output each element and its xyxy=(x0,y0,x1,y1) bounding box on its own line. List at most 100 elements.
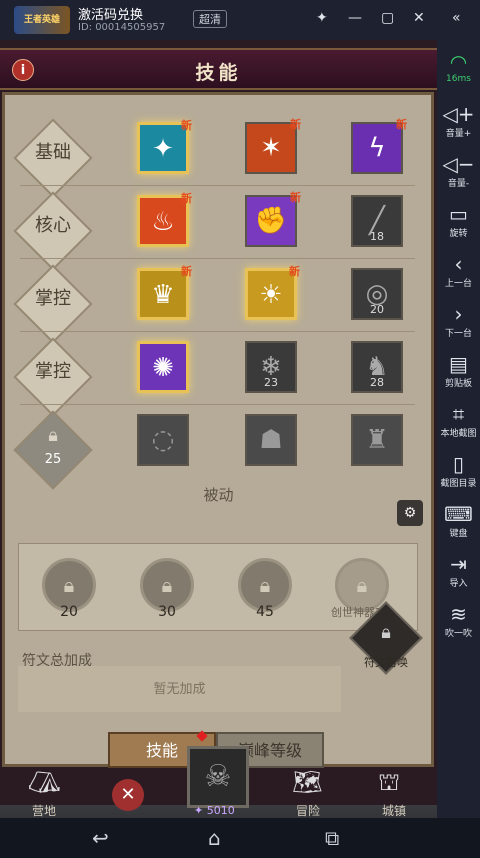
recents-icon[interactable]: ⧉ xyxy=(325,826,339,850)
skill-slot-locked[interactable]: ♞ 28 xyxy=(351,341,403,393)
map-icon[interactable]: 🗺︎ xyxy=(292,768,322,796)
lock-icon: 🔒︎ xyxy=(381,622,391,643)
collapse-sidebar-icon[interactable]: « xyxy=(452,10,461,26)
volume-up-button[interactable]: ◁+ 音量+ xyxy=(437,102,480,139)
row-divider xyxy=(20,331,415,332)
screenshot-icon: ⌗ xyxy=(452,402,465,426)
skill-slot[interactable]: ✺ xyxy=(137,341,189,393)
warrior-icon: ♜ xyxy=(365,425,389,455)
whirlwind-icon: ◌ xyxy=(151,425,175,455)
skill-slot[interactable]: ✦ 新 xyxy=(137,119,192,174)
next-device-button[interactable]: › 下一台 xyxy=(437,302,480,339)
nav-camp-label[interactable]: 营地 xyxy=(14,802,74,818)
fire-slash-icon: ✶ xyxy=(260,133,282,163)
wifi-status: ◠ 16ms xyxy=(437,50,480,84)
skill-slot-locked[interactable]: ❄ 23 xyxy=(245,341,297,393)
blow-icon: ≋ xyxy=(450,602,467,626)
prev-icon: ‹ xyxy=(454,252,463,276)
rotate-icon: ▭ xyxy=(449,202,468,226)
minimize-icon[interactable]: — xyxy=(348,10,362,26)
emulator-titlebar: 王者英雄 激活码兑换 ID: 00014505957 超清 ✦ — ▢ ✕ « xyxy=(0,0,480,40)
lock-icon: 🔒︎ xyxy=(259,573,271,597)
nav-town-label[interactable]: 城镇 xyxy=(364,802,424,818)
system-nav-bar: ↩ ⌂ ⧉ xyxy=(0,818,480,858)
row-divider xyxy=(20,258,415,259)
skill-slot[interactable]: ☀ 新 xyxy=(245,265,300,320)
currency-display: ✦ 5010 xyxy=(194,804,235,817)
volume-up-icon: ◁+ xyxy=(442,102,475,126)
clipboard-icon: ▤ xyxy=(449,352,468,376)
emulator-sidebar: ◠ 16ms ◁+ 音量+ ◁− 音量- ▭ 旋转 ‹ 上一台 › 下一台 ▤ 剪贴板 ⌗ 本地… xyxy=(437,40,480,818)
skill-slot-locked[interactable]: ◎ 20 xyxy=(351,268,403,320)
flame-icon: ♨ xyxy=(151,207,175,237)
window-title[interactable]: 激活码兑换 xyxy=(78,4,143,23)
passive-label: 被动 xyxy=(203,486,234,504)
page-title: 技能 xyxy=(195,62,242,84)
import-button[interactable]: ⇥ 导入 xyxy=(437,552,480,589)
skill-slot-locked[interactable]: ♜ xyxy=(351,414,403,466)
row-label: 基础 xyxy=(35,142,71,163)
lock-icon: 🔒︎ xyxy=(356,573,368,597)
town-icon[interactable]: ⛫ xyxy=(378,768,400,799)
crown-icon: ♛ xyxy=(151,280,175,310)
row-label: 掌控 xyxy=(35,288,71,309)
keyboard-icon: ⌨ xyxy=(444,502,473,526)
nav-adventure-label[interactable]: 冒险 xyxy=(278,802,338,818)
sun-strike-icon: ☀ xyxy=(259,280,283,310)
skills-header: i 技能 xyxy=(0,48,437,90)
screenshot-dir-button[interactable]: ▯ 截图目录 xyxy=(437,452,480,489)
next-icon: › xyxy=(454,302,463,326)
wifi-icon: ◠ xyxy=(449,50,468,74)
skill-slot[interactable]: ϟ新 xyxy=(351,118,407,174)
skill-slot[interactable]: ✶ 新 xyxy=(245,118,301,174)
storm-icon: ✺ xyxy=(152,353,174,383)
ice-spear-icon: ✦ xyxy=(152,134,174,164)
row-divider xyxy=(20,404,415,405)
import-icon: ⇥ xyxy=(450,552,467,576)
keyboard-button[interactable]: ⌨ 键盘 xyxy=(437,502,480,539)
lock-icon: 🔒︎ xyxy=(161,573,173,597)
game-screen: i 技能 基础 核心 掌控 掌控 🔒︎ 25 ✦ 新 ✶ 新 ϟ新 ♨ 新 ✊ 新 ╱ 1… xyxy=(0,40,437,818)
lightning-icon: ϟ xyxy=(368,133,386,163)
home-icon[interactable]: ⌂ xyxy=(208,826,221,850)
passive-unlock-level: 20 xyxy=(60,604,78,620)
lock-icon: 🔒︎ xyxy=(63,573,75,597)
skill-slot[interactable]: ♨ 新 xyxy=(137,192,192,247)
passive-unlock-level: 45 xyxy=(256,604,274,620)
rotate-button[interactable]: ▭ 旋转 xyxy=(437,202,480,239)
rune-summon-label[interactable]: 符文召唤 xyxy=(350,654,422,670)
crowd-icon: ☗ xyxy=(259,425,283,455)
row-label: 掌控 xyxy=(35,361,71,382)
lock-icon: 🔒︎ xyxy=(48,425,58,446)
skill-slot-locked[interactable]: ☗ xyxy=(245,414,297,466)
clipboard-button[interactable]: ▤ 剪贴板 xyxy=(437,352,480,389)
user-id: ID: 00014505957 xyxy=(78,22,166,33)
skill-slot[interactable]: ♛ 新 xyxy=(137,265,192,320)
back-icon[interactable]: ↩ xyxy=(92,826,109,850)
camp-icon[interactable]: ⛺︎ xyxy=(28,768,61,798)
row-label: 核心 xyxy=(35,215,71,236)
passive-unlock-level: 30 xyxy=(158,604,176,620)
currency-amount: 5010 xyxy=(206,804,235,817)
game-logo: 王者英雄 xyxy=(14,6,70,34)
gem-icon: ✦ xyxy=(194,804,204,817)
skill-slot[interactable]: ✊ 新 xyxy=(245,191,301,247)
maximize-icon[interactable]: ▢ xyxy=(381,10,394,26)
volume-down-icon: ◁− xyxy=(442,152,475,176)
rune-bonus-box: 暂无加成 xyxy=(18,666,341,712)
screenshot-dir-icon: ▯ xyxy=(452,452,464,476)
prev-device-button[interactable]: ‹ 上一台 xyxy=(437,252,480,289)
quality-button[interactable]: 超清 xyxy=(193,10,227,28)
close-icon[interactable]: ✕ xyxy=(413,10,425,26)
blow-button[interactable]: ≋ 吹一吹 xyxy=(437,602,480,639)
row-unlock-level: 25 xyxy=(44,452,62,467)
pin-icon[interactable]: ✦ xyxy=(316,10,328,26)
screenshot-button[interactable]: ⌗ 本地截图 xyxy=(437,402,480,439)
lightning-fist-icon: ✊ xyxy=(254,206,288,236)
battle-icon[interactable]: ✕ xyxy=(112,779,144,811)
artifact-icon[interactable]: ⚙ xyxy=(397,500,423,526)
volume-down-button[interactable]: ◁− 音量- xyxy=(437,152,480,189)
skill-slot-locked[interactable]: ╱ 18 xyxy=(351,195,403,247)
skill-slot-locked[interactable]: ◌ xyxy=(137,414,189,466)
hero-portrait[interactable]: ☠ xyxy=(187,746,249,808)
